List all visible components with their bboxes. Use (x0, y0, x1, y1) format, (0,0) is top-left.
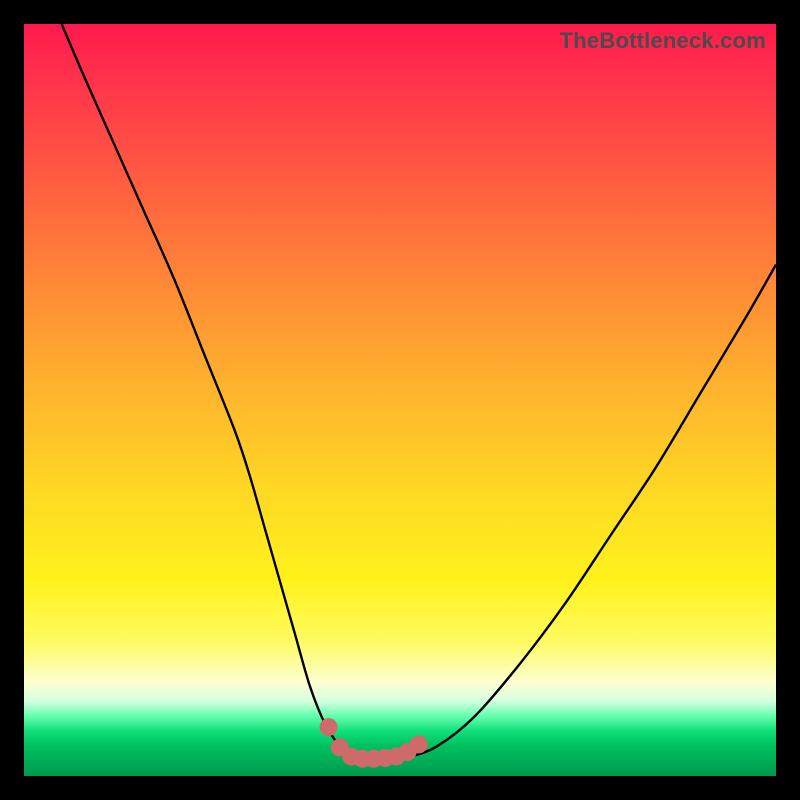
curve-path (62, 24, 776, 759)
bottleneck-curve (24, 24, 776, 776)
valley-marker (320, 718, 338, 736)
chart-frame: TheBottleneck.com (0, 0, 800, 800)
valley-markers (320, 718, 428, 768)
valley-marker (410, 735, 428, 753)
plot-area: TheBottleneck.com (24, 24, 776, 776)
